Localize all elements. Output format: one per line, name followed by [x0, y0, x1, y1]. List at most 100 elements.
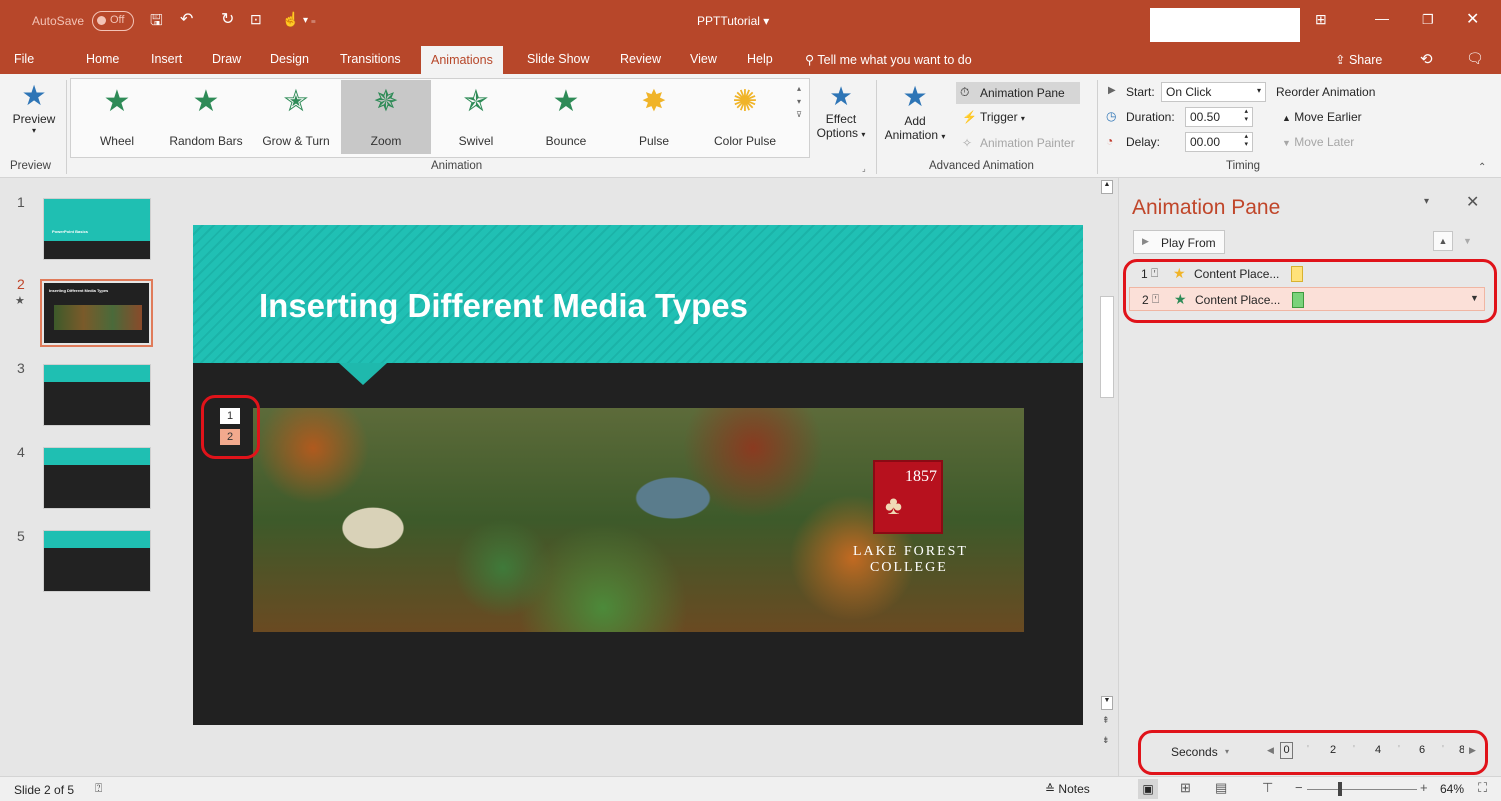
animation-label: Swivel — [458, 134, 494, 148]
account-box[interactable] — [1150, 8, 1300, 42]
zoom-slider-thumb[interactable] — [1338, 782, 1342, 796]
animation-star-icon: ★ — [15, 295, 25, 307]
qat-overflow-icon[interactable]: ▾ ₌ — [303, 15, 316, 26]
history-icon[interactable]: ⟲ — [1420, 50, 1433, 68]
slide-thumbnail-2-selected[interactable]: Inserting Different Media Types — [40, 279, 153, 347]
tab-insert[interactable]: Insert — [151, 52, 182, 66]
share-button[interactable]: ⇪ Share — [1335, 52, 1382, 67]
move-up-icon[interactable]: ▲ — [1433, 231, 1453, 251]
animation-painter-button[interactable]: ✧ Animation Painter — [962, 134, 1086, 154]
tab-home[interactable]: Home — [86, 52, 119, 66]
pane-options-icon[interactable]: ▾ — [1424, 196, 1429, 207]
comments-icon[interactable]: 🗨 — [1466, 50, 1484, 67]
tab-transitions[interactable]: Transitions — [340, 52, 401, 66]
accessibility-icon[interactable]: ⍰ — [95, 781, 102, 796]
preview-label: Preview — [12, 112, 56, 126]
gallery-scroll-controls[interactable]: ▴ ▾ ⊽ — [792, 82, 806, 121]
animation-zoom[interactable]: ✵ Zoom — [341, 80, 431, 154]
spinner-icon[interactable]: ▴ ▾ — [1244, 108, 1248, 124]
tab-view[interactable]: View — [690, 52, 717, 66]
animation-color-pulse[interactable]: ✺ Color Pulse — [705, 80, 785, 154]
add-animation-button[interactable]: ★ Add Animation ▾ — [880, 80, 950, 160]
notes-button[interactable]: ≙ Notes — [1045, 782, 1090, 796]
previous-slide-icon[interactable]: ⇞ — [1102, 716, 1110, 725]
animation-bounce[interactable]: ★ Bounce — [525, 80, 607, 154]
slide-thumbnail-3[interactable] — [43, 364, 151, 426]
share-icon: ⇪ — [1335, 53, 1346, 67]
vertical-scrollbar[interactable]: ▲ ▼ ⇞ ⇟ — [1098, 178, 1116, 776]
move-earlier-button[interactable]: ▲ Move Earlier — [1282, 110, 1362, 124]
collapse-ribbon-icon[interactable]: ⌃ — [1478, 162, 1486, 173]
random-bars-icon: ★ — [192, 85, 220, 118]
dialog-launcher-icon[interactable]: ⌟ — [862, 164, 866, 173]
tell-me-box[interactable]: ⚲ Tell me what you want to do — [805, 52, 972, 67]
restore-icon[interactable]: ❐ — [1422, 12, 1434, 28]
touch-mode-icon[interactable]: ☝ — [282, 11, 299, 28]
autosave-label: AutoSave — [32, 14, 85, 28]
animation-label: Color Pulse — [713, 134, 777, 148]
slide-title[interactable]: Inserting Different Media Types — [259, 287, 748, 325]
close-window-icon[interactable]: ✕ — [1466, 9, 1479, 29]
highlight-ring-timeline — [1138, 730, 1488, 775]
preview-button[interactable]: ★ Preview ▾ — [8, 80, 60, 158]
move-later-button[interactable]: ▼ Move Later — [1282, 135, 1354, 149]
ribbon: ★ Preview ▾ Preview ★ Wheel ★ Random Bars … — [0, 74, 1501, 178]
start-from-beginning-icon[interactable]: ⊡ — [250, 11, 262, 28]
tab-file[interactable]: File — [14, 52, 34, 66]
slide-show-icon[interactable]: ⊤ — [1262, 780, 1273, 796]
animation-grow-turn[interactable]: ✭ Grow & Turn — [255, 80, 337, 154]
undo-icon[interactable]: ↶ — [180, 9, 193, 29]
play-from-button[interactable]: ▶ Play From — [1133, 230, 1225, 254]
tab-design[interactable]: Design — [270, 52, 309, 66]
start-select[interactable]: On Click ▾ — [1161, 82, 1266, 102]
document-title: PPTTutorial ▾ — [697, 14, 769, 28]
add-animation-icon: ★ — [902, 81, 928, 112]
slide-sorter-icon[interactable]: ⊞ — [1180, 780, 1191, 796]
move-down-icon[interactable]: ▼ — [1463, 231, 1472, 251]
delay-field[interactable]: 00.00 ▴ ▾ — [1185, 132, 1253, 152]
tab-draw[interactable]: Draw — [212, 52, 241, 66]
logo-text-line1: LAKE FOREST — [853, 544, 968, 559]
animation-wheel[interactable]: ★ Wheel — [78, 80, 156, 154]
slide-2[interactable]: Inserting Different Media Types 1 2 1857… — [193, 225, 1083, 725]
animation-pane-button[interactable]: ⏱ Animation Pane — [956, 82, 1080, 104]
scrollbar-thumb[interactable] — [1100, 296, 1114, 398]
animation-swivel[interactable]: ✯ Swivel — [440, 80, 512, 154]
animation-random-bars[interactable]: ★ Random Bars — [165, 80, 247, 154]
tab-animations[interactable]: Animations — [421, 46, 503, 74]
thumbnail-photo — [54, 305, 142, 330]
spinner-icon[interactable]: ▴ ▾ — [1244, 133, 1248, 149]
zoom-in-icon[interactable]: + — [1420, 780, 1428, 795]
scroll-up-icon[interactable]: ▲ — [1101, 180, 1113, 194]
zoom-level[interactable]: 64% — [1440, 782, 1464, 796]
bounce-icon: ★ — [552, 85, 580, 118]
animation-pulse[interactable]: ✸ Pulse — [618, 80, 690, 154]
zoom-out-icon[interactable]: − — [1295, 780, 1303, 795]
next-slide-icon[interactable]: ⇟ — [1102, 736, 1110, 745]
tab-help[interactable]: Help — [747, 52, 773, 66]
slide-thumbnail-5[interactable] — [43, 530, 151, 592]
minimize-icon[interactable]: — — [1375, 10, 1389, 26]
duration-field[interactable]: 00.50 ▴ ▾ — [1185, 107, 1253, 127]
tab-review[interactable]: Review — [620, 52, 661, 66]
thumbnail-number: 1 — [17, 194, 25, 210]
slide-thumbnail-4[interactable] — [43, 447, 151, 509]
trigger-button[interactable]: ⚡ Trigger ▾ — [962, 108, 1072, 128]
effect-options-button[interactable]: ★ Effect Options ▾ — [812, 80, 870, 158]
group-divider — [66, 80, 67, 174]
slide-thumbnail-1[interactable]: PowerPoint Basics — [43, 198, 151, 260]
scroll-down-icon[interactable]: ▼ — [1101, 696, 1113, 710]
ribbon-display-options-icon[interactable]: ⊞ — [1315, 11, 1327, 28]
chevron-down-icon: ▾ — [1256, 86, 1261, 95]
zoom-slider[interactable] — [1307, 789, 1417, 790]
fit-to-window-icon[interactable]: ⛶ — [1478, 780, 1487, 796]
tab-slide-show[interactable]: Slide Show — [527, 52, 590, 66]
autosave-state: Off — [110, 14, 125, 26]
redo-icon[interactable]: ↻ — [221, 9, 234, 29]
campus-photo[interactable]: 1857 ♣ LAKE FOREST COLLEGE — [253, 408, 1024, 632]
reading-view-icon[interactable]: ▤ — [1215, 780, 1227, 796]
save-icon[interactable]: 🖫 — [150, 10, 163, 35]
autosave-toggle[interactable]: Off — [92, 11, 134, 31]
close-pane-icon[interactable]: ✕ — [1466, 192, 1479, 212]
normal-view-icon[interactable]: ▣ — [1138, 779, 1158, 799]
